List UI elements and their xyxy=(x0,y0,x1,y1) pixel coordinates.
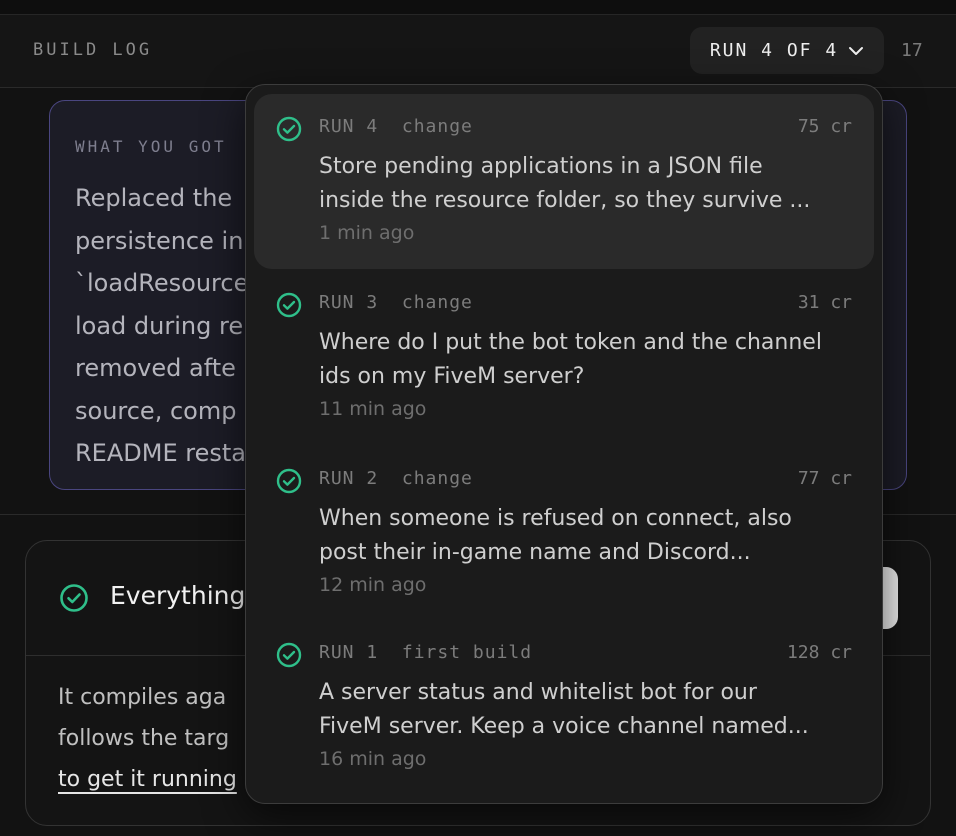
run-item-3[interactable]: RUN 3 change 31 cr Where do I put the bo… xyxy=(254,270,874,445)
run-credits: 75 cr xyxy=(797,116,852,137)
run-time: 16 min ago xyxy=(319,748,427,770)
run-description: Where do I put the bot token and the cha… xyxy=(319,330,822,389)
run-history-dropdown: RUN 4 change 75 cr Store pending applica… xyxy=(245,84,883,804)
run-item-4[interactable]: RUN 4 change 75 cr Store pending applica… xyxy=(254,94,874,269)
get-running-link[interactable]: to get it running xyxy=(58,767,237,792)
run-label: RUN 3 xyxy=(319,292,379,313)
run-description: Store pending applications in a JSON fil… xyxy=(319,154,811,213)
run-time: 11 min ago xyxy=(319,398,427,420)
run-kind: change xyxy=(401,292,473,313)
what-you-got-label: WHAT YOU GOT xyxy=(75,137,227,156)
run-label: RUN 1 xyxy=(319,642,379,663)
run-description: A server status and whitelist bot for ou… xyxy=(319,680,809,739)
run-credits: 31 cr xyxy=(797,292,852,313)
check-circle-icon xyxy=(59,583,89,617)
run-credits: 128 cr xyxy=(786,642,852,663)
run-item-1[interactable]: RUN 1 first build 128 cr A server status… xyxy=(254,620,874,795)
run-credits: 77 cr xyxy=(797,468,852,489)
check-circle-icon xyxy=(276,468,302,498)
run-label: RUN 2 xyxy=(319,468,379,489)
build-log-header: BUILD LOG RUN 4 OF 4 17 xyxy=(0,15,956,88)
run-time: 1 min ago xyxy=(319,222,415,244)
check-circle-icon xyxy=(276,292,302,322)
status-title: Everything xyxy=(110,581,246,610)
run-meta: RUN 4 change xyxy=(319,116,473,137)
top-bar xyxy=(0,0,956,15)
run-meta: RUN 2 change xyxy=(319,468,473,489)
run-time: 12 min ago xyxy=(319,574,427,596)
run-selector-button[interactable]: RUN 4 OF 4 xyxy=(690,27,884,74)
run-meta: RUN 1 first build xyxy=(319,642,532,663)
run-kind: change xyxy=(401,468,473,489)
run-label: RUN 4 xyxy=(319,116,379,137)
run-selector-label: RUN 4 OF 4 xyxy=(709,40,839,61)
chevron-down-icon xyxy=(848,46,864,56)
build-log-title: BUILD LOG xyxy=(33,40,153,60)
check-circle-icon xyxy=(276,642,302,672)
run-item-2[interactable]: RUN 2 change 77 cr When someone is refus… xyxy=(254,446,874,621)
check-circle-icon xyxy=(276,116,302,146)
run-kind: first build xyxy=(401,642,533,663)
run-description: When someone is refused on connect, also… xyxy=(319,506,792,565)
run-kind: change xyxy=(401,116,473,137)
run-meta: RUN 3 change xyxy=(319,292,473,313)
header-count: 17 xyxy=(901,40,923,61)
